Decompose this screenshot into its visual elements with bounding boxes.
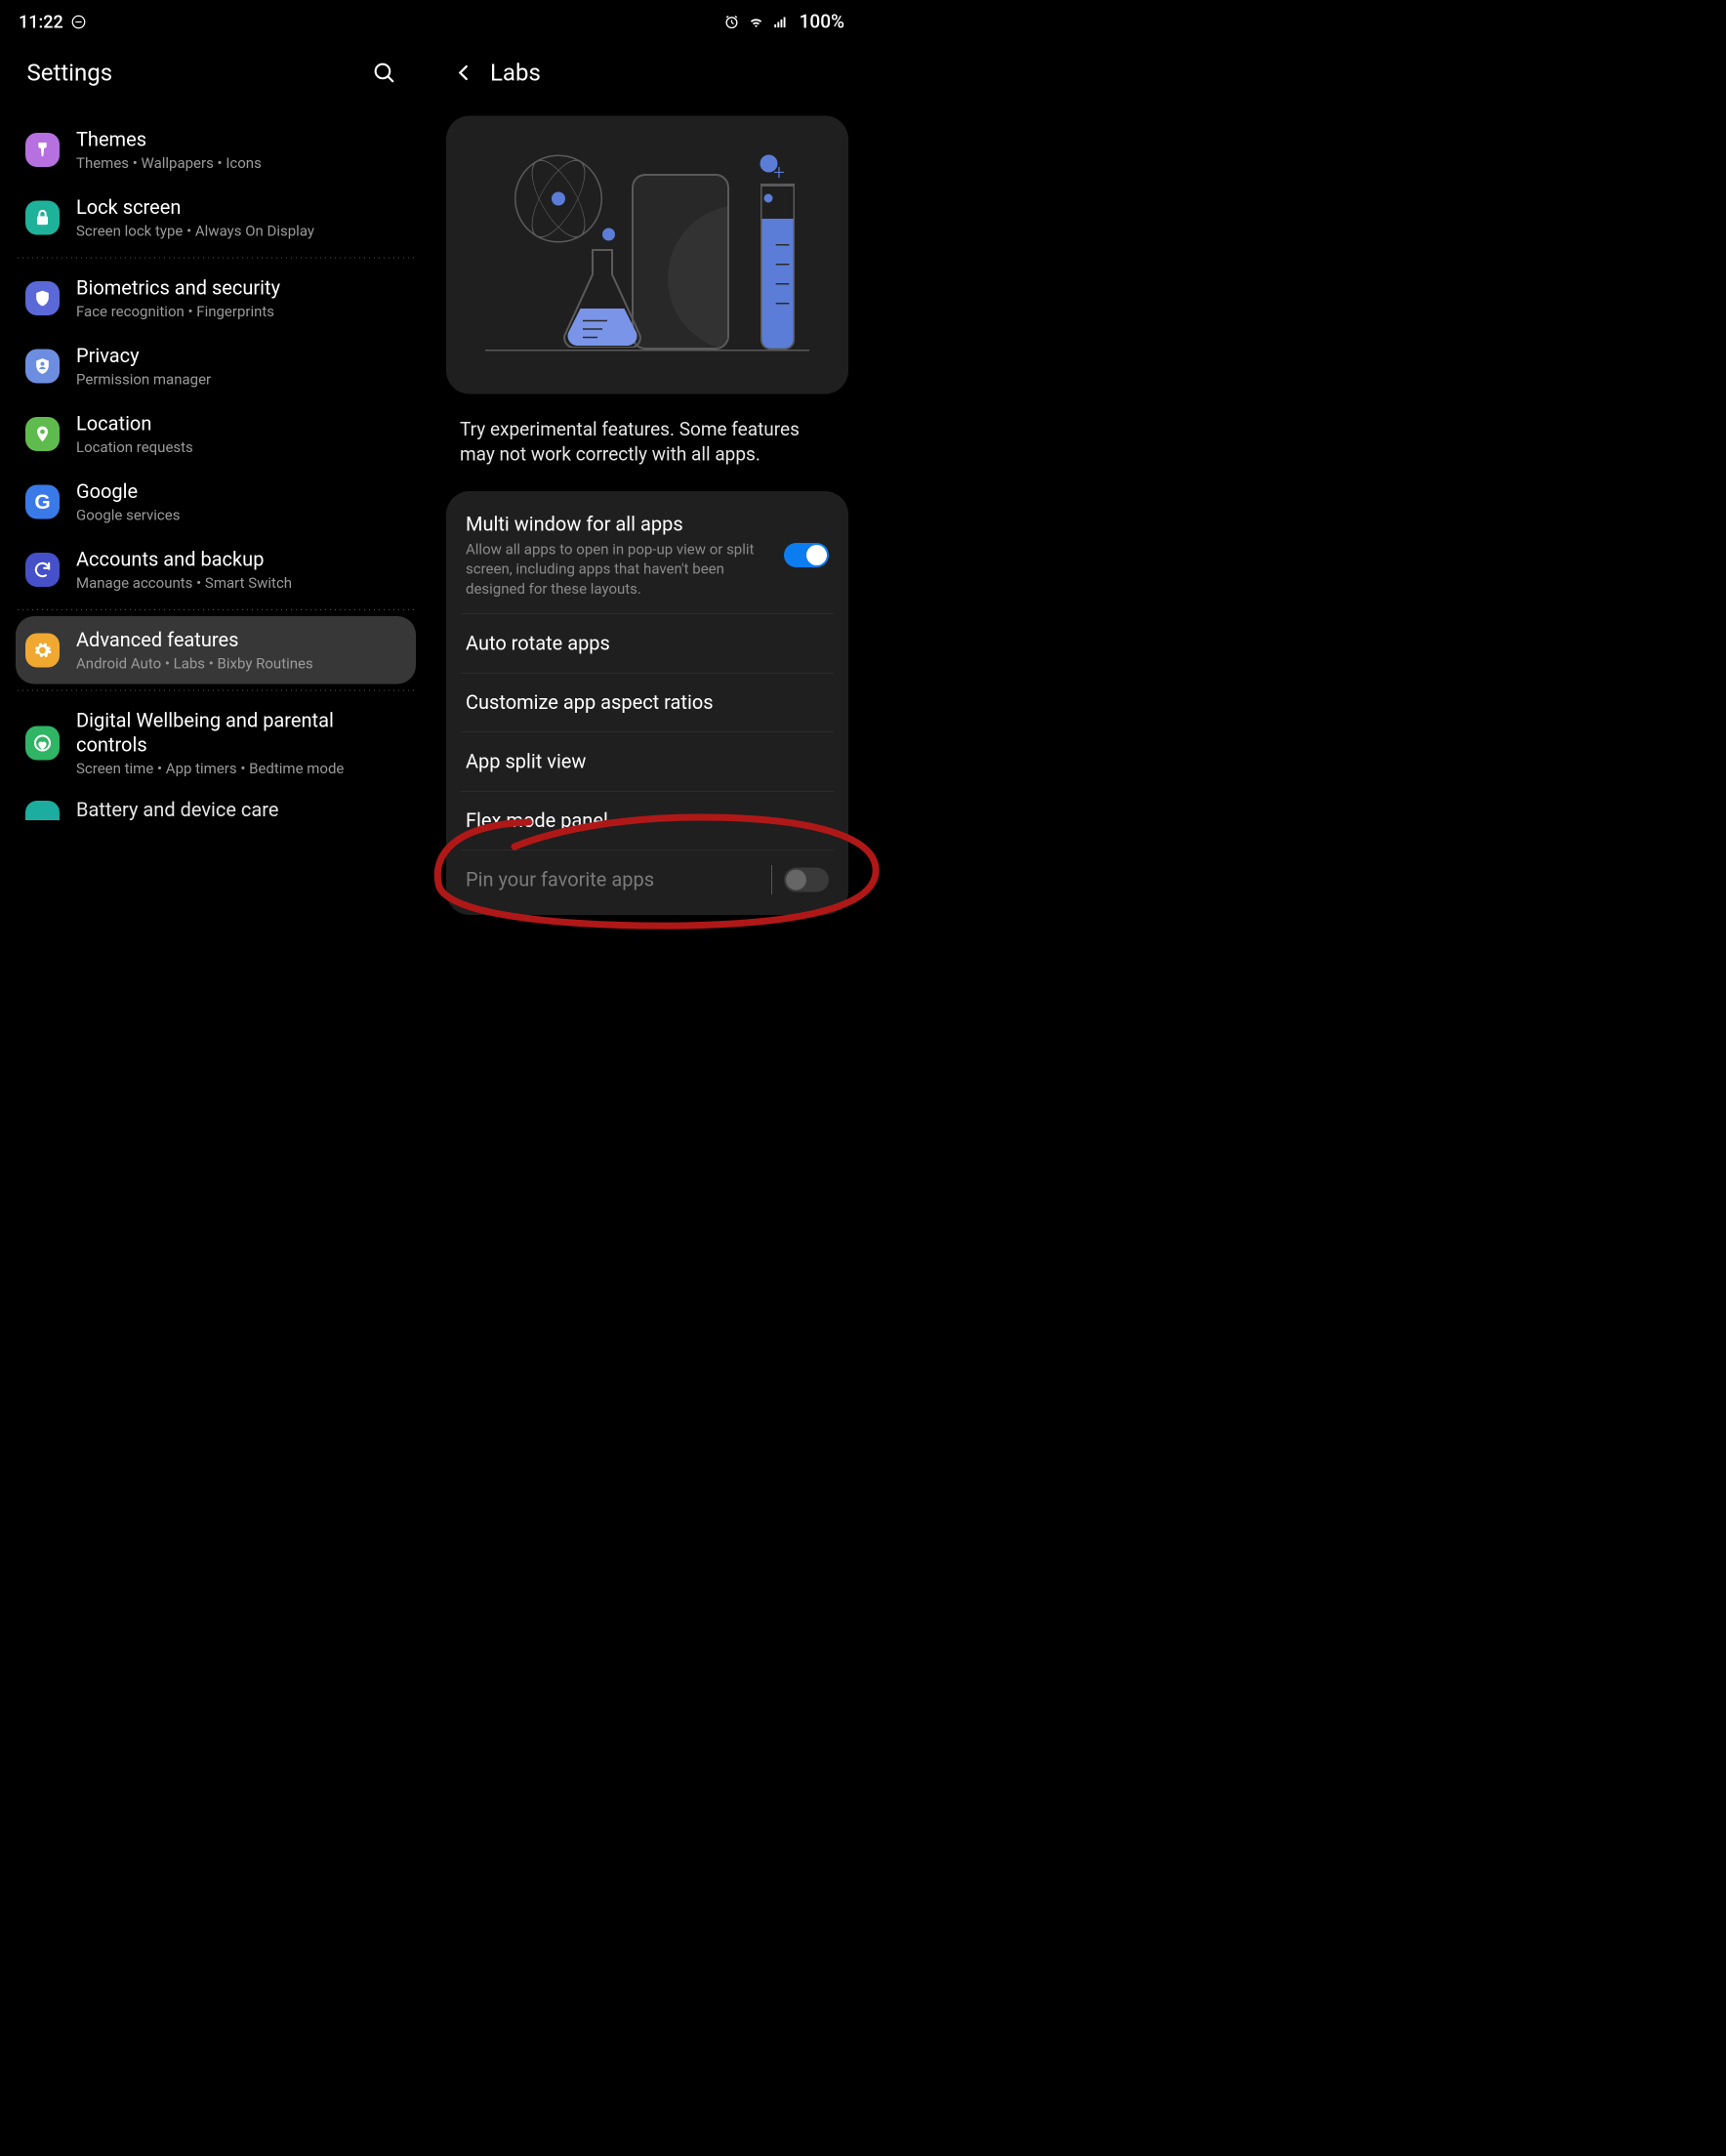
page-title-settings: Settings [27, 59, 371, 87]
setting-pin-favorite-apps[interactable]: Pin your favorite apps [446, 850, 848, 909]
setting-title: Multi window for all apps [466, 512, 774, 537]
item-title: Themes [76, 128, 406, 152]
pin-icon [25, 417, 60, 451]
setting-title: Pin your favorite apps [466, 867, 750, 892]
item-title: Digital Wellbeing and parental controls [76, 709, 406, 758]
item-title: Accounts and backup [76, 548, 406, 572]
item-title: Lock screen [76, 195, 406, 220]
item-sub: Google services [76, 507, 406, 524]
setting-title: App split view [466, 749, 819, 774]
signal-icon [772, 14, 790, 31]
item-accounts[interactable]: Accounts and backup Manage accounts • Sm… [16, 536, 416, 604]
setting-aspect-ratios[interactable]: Customize app aspect ratios [446, 674, 848, 732]
labs-intro: Try experimental features. Some features… [432, 394, 863, 491]
item-sub: Themes • Wallpapers • Icons [76, 155, 406, 173]
setting-flex-mode[interactable]: Flex mode panel [446, 792, 848, 850]
battery-percent: 100% [800, 12, 844, 33]
status-time: 11:22 [19, 12, 63, 32]
setting-split-view[interactable]: App split view [446, 732, 848, 791]
status-bar: 11:22 100% [0, 0, 863, 44]
item-title: Advanced features [76, 628, 406, 652]
privacy-icon [25, 349, 60, 383]
switch-multiwindow[interactable] [784, 543, 829, 567]
divider [771, 865, 772, 894]
setting-title: Flex mode panel [466, 808, 819, 834]
setting-sub: Allow all apps to open in pop-up view or… [466, 540, 774, 600]
item-sub: Location requests [76, 439, 406, 457]
settings-panel: Settings Themes Themes • Wallpapers • Ic… [0, 44, 432, 1078]
themes-icon [25, 133, 60, 167]
shield-icon [25, 281, 60, 315]
back-button[interactable] [450, 59, 477, 86]
gear-icon [25, 633, 60, 667]
item-advanced-features[interactable]: Advanced features Android Auto • Labs • … [16, 616, 416, 684]
item-sub: Permission manager [76, 371, 406, 389]
item-sub: Screen lock type • Always On Display [76, 223, 406, 240]
item-title: Google [76, 479, 406, 504]
sync-icon [25, 553, 60, 587]
divider [16, 609, 416, 610]
dnd-icon [70, 14, 88, 31]
labs-settings-card: Multi window for all apps Allow all apps… [446, 491, 848, 915]
wellbeing-icon [25, 726, 60, 760]
alarm-icon [723, 14, 741, 31]
search-button[interactable] [371, 59, 398, 86]
item-sub: Android Auto • Labs • Bixby Routines [76, 655, 406, 673]
item-google[interactable]: G Google Google services [16, 468, 416, 536]
setting-title: Auto rotate apps [466, 631, 819, 656]
item-privacy[interactable]: Privacy Permission manager [16, 332, 416, 400]
item-sub: Face recognition • Fingerprints [76, 304, 406, 321]
lock-icon [25, 200, 60, 234]
wifi-icon [748, 14, 765, 31]
item-sub: Manage accounts • Smart Switch [76, 575, 406, 593]
setting-auto-rotate[interactable]: Auto rotate apps [446, 614, 848, 673]
setting-title: Customize app aspect ratios [466, 690, 819, 716]
google-icon: G [25, 484, 60, 518]
item-digital-wellbeing[interactable]: Digital Wellbeing and parental controls … [16, 697, 416, 790]
item-title: Privacy [76, 344, 406, 368]
item-biometrics[interactable]: Biometrics and security Face recognition… [16, 265, 416, 333]
labs-panel: Labs [432, 44, 863, 1078]
item-title: Biometrics and security [76, 276, 406, 301]
setting-multiwindow[interactable]: Multi window for all apps Allow all apps… [446, 497, 848, 614]
switch-pin-favorite[interactable] [784, 868, 829, 892]
divider [16, 690, 416, 691]
item-title: Location [76, 412, 406, 436]
item-sub: Screen time • App timers • Bedtime mode [76, 761, 406, 778]
item-themes[interactable]: Themes Themes • Wallpapers • Icons [16, 116, 416, 185]
item-battery-care[interactable]: Battery and device care [16, 789, 416, 820]
item-lockscreen[interactable]: Lock screen Screen lock type • Always On… [16, 184, 416, 252]
item-title: Battery and device care [76, 801, 406, 820]
page-title-labs: Labs [490, 59, 837, 87]
care-icon [25, 801, 60, 820]
item-location[interactable]: Location Location requests [16, 400, 416, 469]
labs-illustration: + [446, 116, 848, 394]
divider [16, 258, 416, 259]
